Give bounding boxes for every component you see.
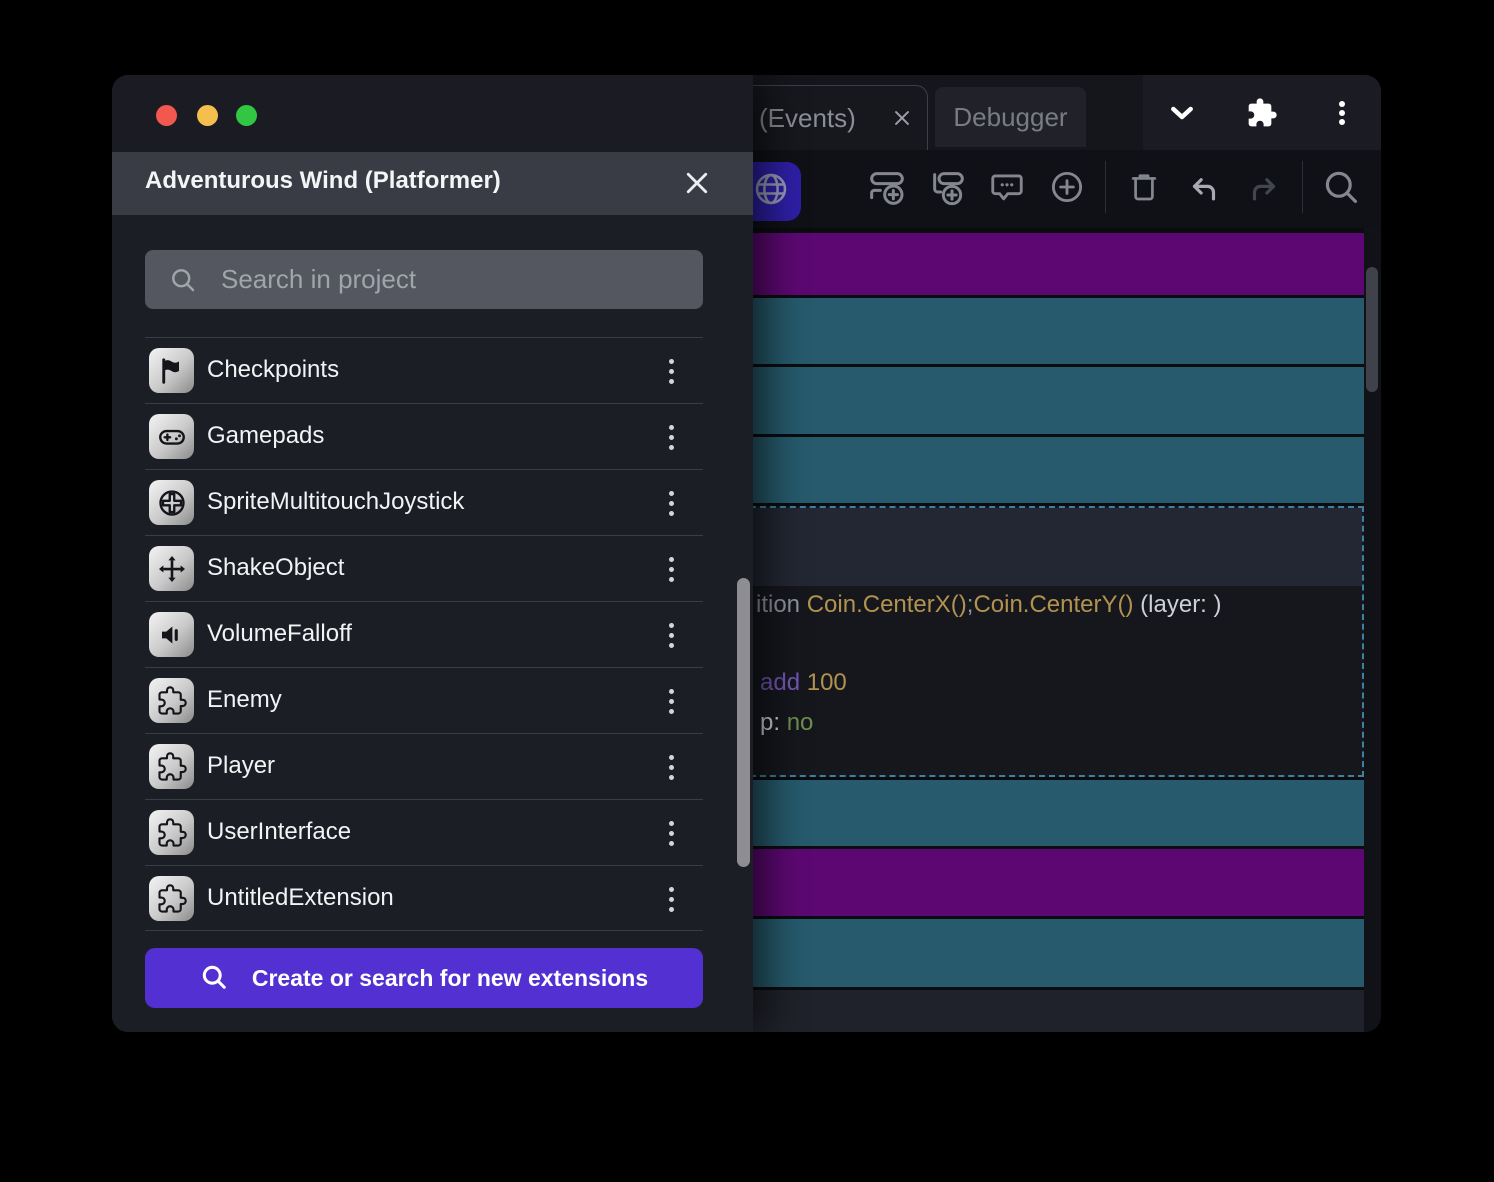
chevron-down-icon[interactable]: [1165, 96, 1199, 130]
add-subevent-icon: [927, 167, 967, 212]
item-menu-button[interactable]: [661, 616, 681, 654]
toolbar-icon-group: [865, 161, 1363, 213]
search-icon: [169, 266, 197, 294]
create-extension-button[interactable]: Create or search for new extensions: [145, 948, 703, 1008]
mac-minimize-button[interactable]: [197, 105, 218, 126]
extension-label: ShakeObject: [207, 554, 345, 581]
puzzle-icon: [149, 744, 194, 789]
extension-label: Player: [207, 752, 276, 779]
item-menu-button[interactable]: [661, 352, 681, 390]
item-menu-button[interactable]: [661, 484, 681, 522]
extension-label: VolumeFalloff: [207, 620, 352, 647]
item-menu-button[interactable]: [661, 748, 681, 786]
redo-button[interactable]: [1242, 167, 1286, 211]
events-scroll-gutter: [1364, 228, 1381, 1032]
event-action-text: p: no: [760, 709, 814, 736]
puzzle-icon: [149, 810, 194, 855]
item-menu-button[interactable]: [661, 880, 681, 918]
gamepad-icon: [149, 414, 194, 459]
project-panel-header: Adventurous Wind (Platformer): [112, 152, 753, 215]
extension-row[interactable]: UserInterface: [145, 799, 703, 865]
trash-icon: [1126, 169, 1162, 210]
tab-events-label: (Events): [759, 103, 856, 133]
project-manager-panel: Adventurous Wind (Platformer) Search in …: [112, 75, 753, 1032]
create-extension-label: Create or search for new extensions: [251, 964, 649, 991]
globe-icon: [753, 171, 789, 212]
item-menu-button[interactable]: [661, 814, 681, 852]
mac-zoom-button[interactable]: [236, 105, 257, 126]
undo-icon: [1185, 168, 1223, 211]
event-action-text: add 100: [760, 669, 847, 696]
comment-icon: [988, 168, 1026, 211]
extension-row[interactable]: Checkpoints: [145, 337, 703, 403]
project-title: Adventurous Wind (Platformer): [145, 167, 501, 194]
search-icon: [1322, 168, 1360, 211]
tab-debugger[interactable]: Debugger: [935, 87, 1086, 147]
mac-titlebar: [112, 75, 753, 152]
add-event-button[interactable]: [865, 167, 909, 211]
extension-label: Gamepads: [207, 422, 325, 449]
close-tab-icon[interactable]: [891, 107, 913, 129]
window-controls-area: [1143, 75, 1381, 150]
extension-label: UserInterface: [207, 818, 352, 845]
volume-icon: [149, 612, 194, 657]
extensions-puzzle-icon[interactable]: [1245, 96, 1279, 130]
add-circle-icon: [1048, 168, 1086, 211]
desktop-background: (Events) Debugger ition Coin.CenterX();C…: [0, 0, 1494, 1182]
search-input[interactable]: Search in project: [145, 250, 703, 309]
add-event-icon: [867, 167, 907, 212]
puzzle-icon: [149, 876, 194, 921]
trash-button[interactable]: [1122, 167, 1166, 211]
events-scrollbar[interactable]: [1366, 267, 1378, 392]
extension-row[interactable]: Gamepads: [145, 403, 703, 469]
add-circle-button[interactable]: [1045, 167, 1089, 211]
extension-row[interactable]: VolumeFalloff: [145, 601, 703, 667]
close-panel-button[interactable]: [683, 169, 711, 197]
item-menu-button[interactable]: [661, 550, 681, 588]
toolbar-divider: [1302, 161, 1303, 213]
extension-label: Enemy: [207, 686, 282, 713]
extension-row[interactable]: SpriteMultitouchJoystick: [145, 469, 703, 535]
item-menu-button[interactable]: [661, 418, 681, 456]
extension-label: UntitledExtension: [207, 884, 394, 911]
search-icon: [200, 963, 228, 994]
kebab-menu-icon[interactable]: [1325, 96, 1359, 130]
toolbar-divider: [1105, 161, 1106, 213]
gdevelop-window: (Events) Debugger ition Coin.CenterX();C…: [112, 75, 1381, 1032]
panel-scrollbar[interactable]: [737, 578, 750, 867]
joystick-icon: [149, 480, 194, 525]
extension-label: SpriteMultitouchJoystick: [207, 488, 465, 515]
add-subevent-button[interactable]: [925, 167, 969, 211]
comment-button[interactable]: [985, 167, 1029, 211]
redo-icon: [1245, 168, 1283, 211]
extension-row[interactable]: UntitledExtension: [145, 865, 703, 931]
extension-row[interactable]: Enemy: [145, 667, 703, 733]
puzzle-icon: [149, 678, 194, 723]
mac-close-button[interactable]: [156, 105, 177, 126]
extension-list: Checkpoints Gamepads SpriteMultitouchJoyst…: [145, 337, 703, 931]
tab-debugger-label: Debugger: [953, 101, 1068, 132]
extension-label: Checkpoints: [207, 356, 340, 383]
extension-row[interactable]: Player: [145, 733, 703, 799]
flag-icon: [149, 348, 194, 393]
move-icon: [149, 546, 194, 591]
extension-row[interactable]: ShakeObject: [145, 535, 703, 601]
item-menu-button[interactable]: [661, 682, 681, 720]
undo-button[interactable]: [1182, 167, 1226, 211]
event-action-text: ition Coin.CenterX();Coin.CenterY() (lay…: [756, 591, 1222, 618]
search-placeholder: Search in project: [221, 264, 417, 294]
search-button[interactable]: [1319, 167, 1363, 211]
